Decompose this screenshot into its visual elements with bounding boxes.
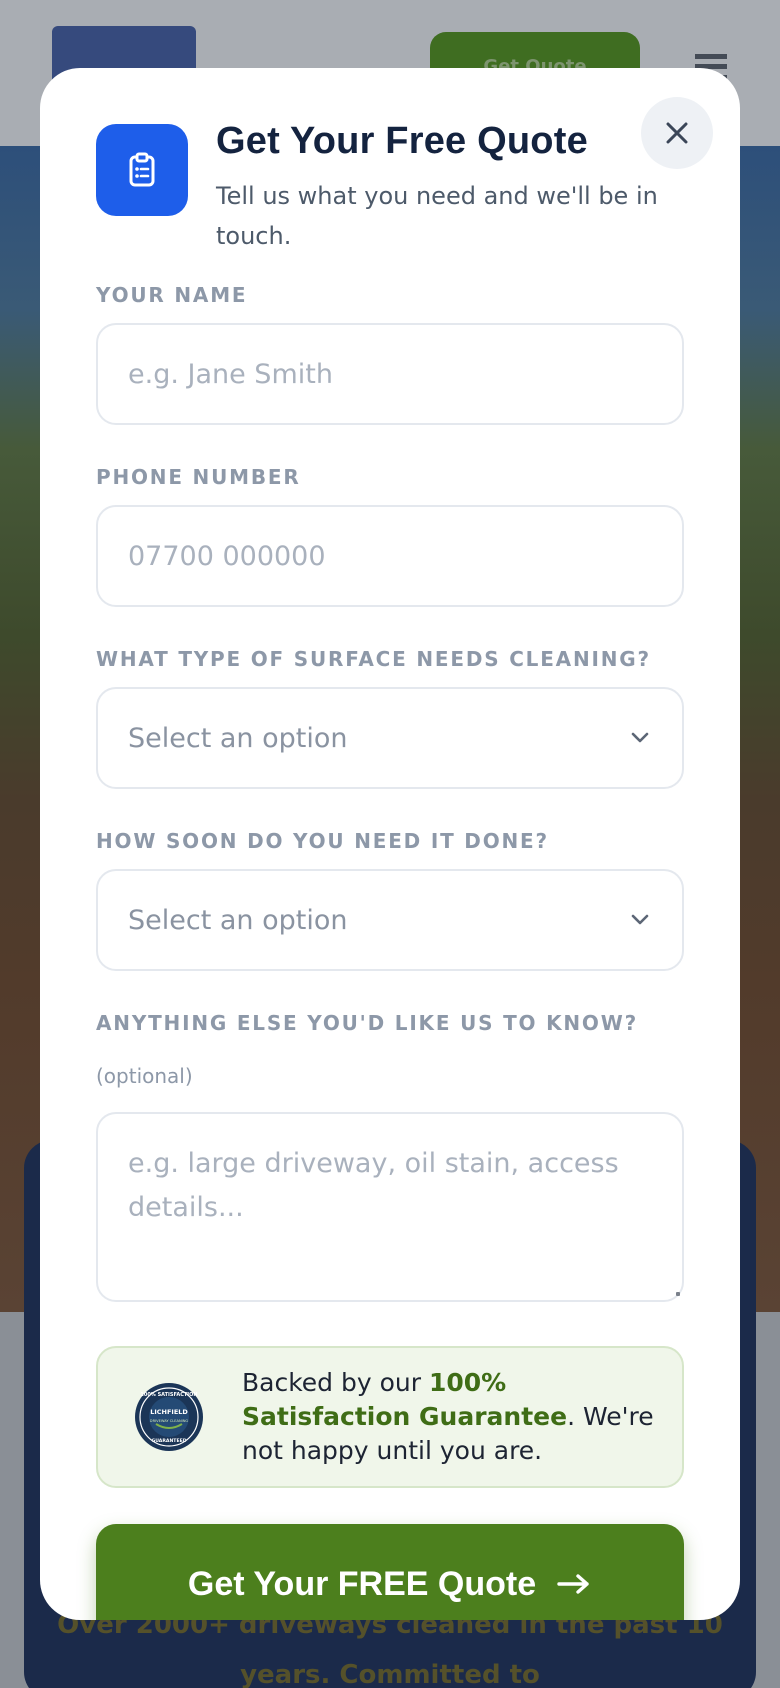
timing-select-value: Select an option [128,904,348,936]
modal-title: Get Your Free Quote [216,120,588,162]
modal-subtitle: Tell us what you need and we'll be in to… [216,182,658,250]
seal-text-bottom: GUARANTEED [151,1438,186,1444]
arrow-right-icon [557,1574,589,1594]
surface-label: WHAT TYPE OF SURFACE NEEDS CLEANING? [96,647,651,671]
close-icon [666,122,688,144]
seal-text-service: DRIVEWAY CLEANING [150,1419,189,1423]
clipboard-list-icon [129,152,155,187]
header-icon-badge [96,124,188,216]
quote-modal: Get Your Free Quote Tell us what you nee… [40,68,740,1620]
seal-text-name: LICHFIELD [150,1408,188,1416]
get-free-quote-button[interactable]: Get Your FREE Quote [96,1524,684,1620]
notes-textarea[interactable] [96,1112,684,1302]
phone-label: PHONE NUMBER [96,465,301,489]
guarantee-banner: 100% SATISFACTION LICHFIELD DRIVEWAY CLE… [96,1346,684,1488]
name-label: YOUR NAME [96,283,248,307]
guarantee-text: Backed by our 100% Satisfaction Guarante… [242,1366,662,1468]
timing-select[interactable]: Select an option [96,869,684,971]
notes-optional-note: (optional) [96,1064,193,1088]
textarea-resize-handle[interactable] [676,1292,680,1296]
notes-label: ANYTHING ELSE YOU'D LIKE US TO KNOW? [96,1011,638,1035]
name-input[interactable] [96,323,684,425]
timing-label: HOW SOON DO YOU NEED IT DONE? [96,829,549,853]
surface-select-value: Select an option [128,722,348,754]
guarantee-seal-icon: 100% SATISFACTION LICHFIELD DRIVEWAY CLE… [135,1383,203,1451]
close-button[interactable] [641,97,713,169]
submit-label: Get Your FREE Quote [187,1564,537,1603]
chevron-down-icon [628,908,652,932]
guarantee-prefix: Backed by our [242,1368,429,1397]
seal-text-top: 100% SATISFACTION [140,1392,197,1398]
chevron-down-icon [628,726,652,750]
surface-select[interactable]: Select an option [96,687,684,789]
phone-input[interactable] [96,505,684,607]
